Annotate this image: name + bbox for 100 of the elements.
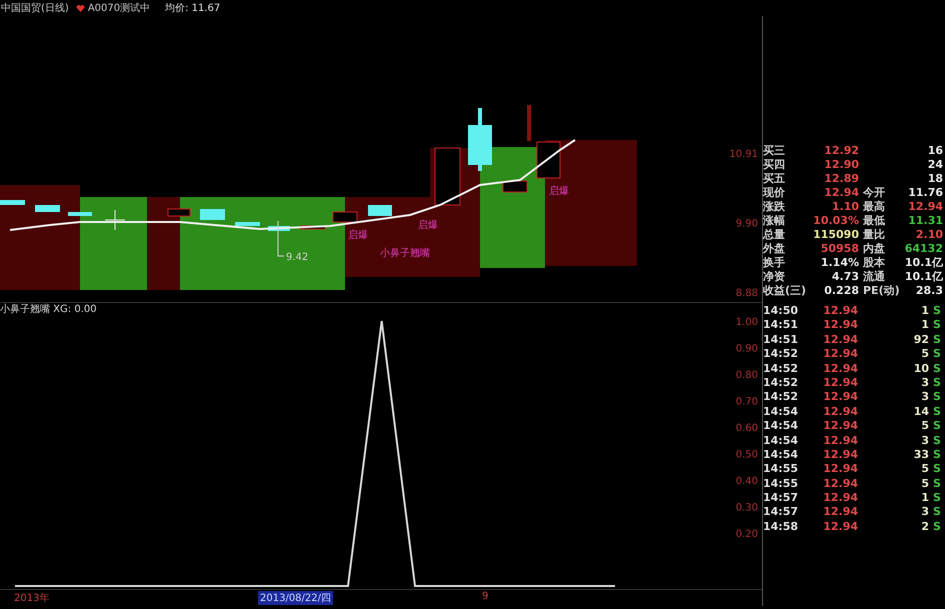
bid-price: 12.92 — [823, 144, 859, 158]
indicator-axis-label: 1.00 — [736, 317, 758, 328]
tick-price: 12.94 — [822, 434, 858, 448]
tick-volume: 1 — [920, 304, 929, 318]
tick-volume: 5 — [920, 347, 929, 362]
tick-volume: 5 — [920, 476, 929, 492]
tick-time: 14:51 — [763, 332, 800, 348]
tick-side: S — [932, 304, 942, 318]
tick-side: S — [932, 462, 942, 477]
candlestick — [434, 148, 460, 206]
time-axis-label: 2013/08/22/四 — [258, 591, 334, 605]
bid-label: 买三 — [763, 144, 786, 158]
stat-label: 涨幅 — [763, 214, 786, 228]
tick-time: 14:54 — [763, 419, 800, 434]
tick-time: 14:52 — [763, 362, 800, 376]
stat-value: 64132 — [904, 242, 944, 256]
tick-price: 12.94 — [822, 332, 858, 348]
tick-price: 12.94 — [822, 419, 858, 434]
tick-time: 14:57 — [763, 505, 800, 520]
signal-label: 启爆 — [348, 230, 368, 241]
stat-label: 股本 — [862, 256, 886, 270]
candlestick — [0, 200, 25, 205]
tick-time: 14:54 — [763, 434, 800, 448]
bid-volume: 24 — [926, 158, 944, 172]
stat-value: 28.3 — [914, 284, 944, 298]
stat-label: 流通 — [862, 270, 886, 284]
indicator-axis-label: 0.60 — [736, 423, 758, 434]
bid-price: 12.90 — [823, 158, 859, 172]
tick-volume: 3 — [920, 376, 929, 390]
stat-label: 今开 — [862, 186, 886, 200]
candlestick — [536, 142, 560, 178]
candlestick — [200, 209, 225, 220]
formula-name: A0070测试中 — [88, 2, 150, 15]
stat-value: 12.94 — [823, 186, 859, 200]
tick-price: 12.94 — [822, 491, 858, 506]
tick-volume: 3 — [920, 434, 929, 448]
tick-price: 12.94 — [822, 376, 858, 390]
stat-value: 10.03% — [813, 214, 859, 228]
candle-wick — [527, 105, 531, 141]
stat-label: 总量 — [763, 228, 786, 242]
stat-label: 内盘 — [862, 242, 886, 256]
price-axis-label: 9.90 — [736, 218, 758, 230]
tick-volume: 1 — [920, 491, 929, 506]
tick-volume: 1 — [920, 318, 929, 333]
tick-price: 12.94 — [822, 347, 858, 362]
bid-price: 12.89 — [823, 172, 859, 186]
tick-side: S — [932, 376, 942, 390]
tick-volume: 3 — [920, 505, 929, 520]
tick-time: 14:57 — [763, 491, 800, 506]
stat-label: 收益(三) — [763, 284, 808, 298]
signal-label: 启爆 — [549, 186, 569, 197]
tick-price: 12.94 — [822, 390, 858, 405]
stat-label: 净资 — [763, 270, 786, 284]
tick-price: 12.94 — [822, 318, 858, 333]
tick-time: 14:55 — [763, 476, 800, 492]
tick-time: 14:51 — [763, 318, 800, 333]
tick-price: 12.94 — [822, 476, 858, 492]
tick-side: S — [932, 505, 942, 520]
average-price: 均价: 11.67 — [165, 2, 220, 15]
candlestick — [332, 212, 358, 222]
stat-value: 2.10 — [914, 228, 944, 242]
stat-value: 1.14% — [820, 256, 859, 270]
tick-volume: 5 — [920, 462, 929, 477]
candlestick — [35, 205, 60, 212]
stat-label: PE(动) — [862, 284, 901, 298]
bid-label: 买四 — [763, 158, 786, 172]
tick-side: S — [932, 390, 942, 405]
tick-price: 12.94 — [822, 304, 858, 318]
tick-volume: 10 — [912, 362, 929, 376]
tick-price: 12.94 — [822, 520, 858, 534]
stat-label: 换手 — [763, 256, 786, 270]
stat-value: 0.228 — [823, 284, 859, 298]
candlestick — [368, 205, 392, 216]
tick-volume: 3 — [920, 390, 929, 405]
indicator-axis-label: 0.80 — [736, 370, 758, 381]
tick-side: S — [932, 362, 942, 376]
tick-volume: 92 — [912, 332, 929, 348]
tick-time: 14:55 — [763, 462, 800, 477]
stock-title: 中国国贸(日线) — [1, 2, 69, 15]
tick-side: S — [932, 520, 942, 534]
tick-time: 14:52 — [763, 347, 800, 362]
tick-side: S — [932, 347, 942, 362]
tick-time: 14:58 — [763, 520, 800, 534]
tick-volume: 5 — [920, 419, 929, 434]
tick-side: S — [932, 491, 942, 506]
tick-price: 12.94 — [822, 362, 858, 376]
stat-value: 1.10 — [830, 200, 859, 214]
indicator-title: 小鼻子翘嘴 XG: 0.00 — [0, 303, 97, 317]
candlestick — [168, 208, 190, 216]
stat-value: 50958 — [820, 242, 859, 256]
candlestick — [235, 222, 260, 226]
candlestick — [268, 226, 290, 231]
candlestick — [502, 180, 528, 192]
tick-time: 14:54 — [763, 404, 800, 420]
tick-side: S — [932, 448, 942, 462]
stat-value: 4.73 — [830, 270, 859, 284]
pattern-label: 小鼻子翘嘴 — [380, 248, 430, 259]
indicator-axis-label: 0.30 — [736, 502, 758, 514]
low-price-label: 9.42 — [286, 252, 308, 263]
tick-time: 14:52 — [763, 390, 800, 405]
